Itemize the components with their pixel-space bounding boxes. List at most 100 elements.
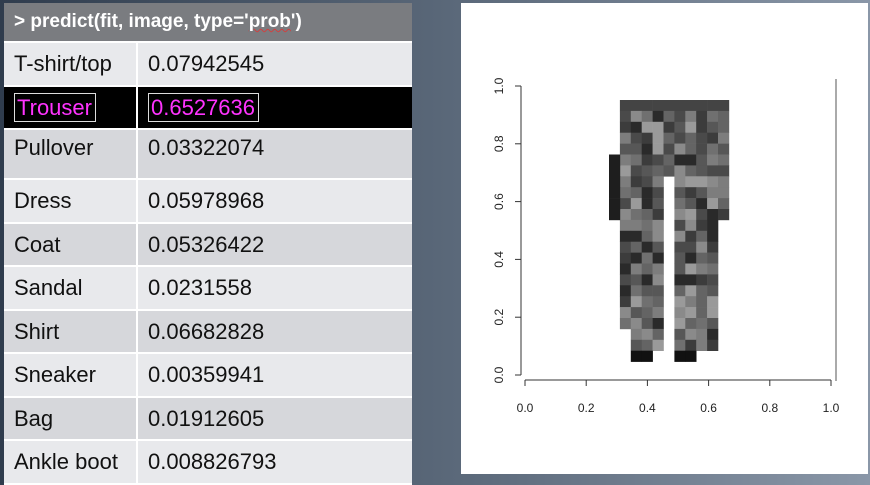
probability-text: 0.0231558	[148, 275, 252, 300]
image-pixel	[685, 307, 697, 319]
image-pixel	[630, 350, 642, 362]
image-pixel	[630, 274, 642, 286]
image-pixel	[696, 187, 708, 199]
image-pixel	[674, 274, 686, 286]
image-pixel	[707, 263, 719, 275]
probability-value: 0.03322074	[138, 130, 264, 178]
y-tick-label: 0.8	[492, 135, 506, 152]
image-pixel	[696, 198, 708, 210]
image-pixel	[609, 209, 621, 221]
image-pixel	[663, 143, 675, 155]
image-pixel	[707, 219, 719, 232]
image-plot-panel: 0.0 0.2 0.4 0.6 0.8 1.0 0.0 0.2 0.4 0.6 0.8 1.0	[461, 3, 868, 474]
class-label: Coat	[4, 223, 138, 265]
x-axis-ticks: 0.0 0.2 0.4 0.6 0.8 1.0	[517, 380, 840, 415]
table-row-highlighted: Trouser 0.6527636	[4, 86, 412, 130]
image-pixel	[718, 100, 730, 112]
image-pixel	[685, 274, 697, 286]
image-pixel	[685, 121, 697, 133]
image-pixel	[641, 132, 653, 144]
image-pixel	[641, 209, 653, 221]
image-pixel	[685, 241, 697, 253]
image-pixel	[619, 230, 632, 242]
image-pixel	[718, 187, 730, 199]
image-pixel	[707, 187, 719, 199]
image-pixel	[674, 143, 686, 155]
image-pixel	[707, 252, 719, 264]
image-pixel	[663, 121, 675, 133]
image-pixel	[609, 198, 621, 210]
image-pixel	[619, 143, 632, 155]
image-pixel	[674, 285, 686, 297]
image-pixel	[652, 187, 664, 199]
probability-text: 0.07942545	[148, 51, 265, 76]
image-pixel	[685, 132, 697, 144]
class-label: Sandal	[4, 267, 138, 309]
image-pixel	[652, 154, 664, 166]
trouser-pixel-image	[609, 100, 730, 362]
image-pixel	[707, 328, 719, 341]
image-pixel	[696, 296, 708, 308]
table-row: Pullover 0.03322074	[4, 130, 412, 180]
image-pixel	[696, 241, 708, 253]
probability-text: 0.05978968	[148, 188, 265, 213]
prediction-rows: T-shirt/top 0.07942545 Trouser 0.6527636…	[4, 43, 412, 485]
image-pixel	[641, 165, 653, 177]
probability-value: 0.6527636	[138, 87, 259, 129]
image-pixel	[652, 230, 664, 242]
class-label-text: T-shirt/top	[14, 51, 112, 76]
image-pixel	[619, 132, 632, 144]
image-pixel	[674, 187, 686, 199]
image-pixel	[630, 154, 642, 166]
image-pixel	[652, 165, 664, 177]
x-tick-label: 0.8	[761, 401, 778, 415]
image-pixel	[685, 296, 697, 308]
probability-text: 0.6527636	[148, 92, 259, 122]
image-pixel	[707, 274, 719, 286]
probability-value: 0.05978968	[138, 180, 264, 222]
image-pixel	[609, 154, 621, 166]
image-pixel	[619, 165, 632, 177]
image-pixel	[619, 263, 632, 275]
image-pixel	[707, 307, 719, 319]
x-tick-label: 0.0	[517, 401, 534, 415]
image-pixel	[641, 241, 653, 253]
image-pixel	[652, 307, 664, 319]
prediction-table: > predict(fit, image, type='prob') T-shi…	[4, 3, 412, 485]
image-pixel	[696, 165, 708, 177]
image-pixel	[718, 110, 730, 123]
image-pixel	[685, 339, 697, 351]
image-pixel	[619, 219, 632, 232]
image-pixel	[619, 285, 632, 297]
image-pixel	[663, 165, 675, 177]
image-pixel	[685, 143, 697, 155]
image-pixel	[652, 296, 664, 308]
image-pixel	[674, 263, 686, 275]
command-squiggle: prob	[248, 11, 291, 32]
image-pixel	[630, 198, 642, 210]
image-pixel	[652, 241, 664, 253]
image-pixel	[685, 219, 697, 232]
probability-value: 0.0231558	[138, 267, 252, 309]
image-pixel	[652, 209, 664, 221]
image-pixel	[663, 132, 675, 144]
image-pixel	[630, 165, 642, 177]
image-pixel	[707, 132, 719, 144]
image-pixel	[619, 252, 632, 264]
table-row: Sneaker 0.00359941	[4, 354, 412, 398]
image-pixel	[609, 176, 621, 188]
image-pixel	[652, 121, 664, 133]
table-row: Coat 0.05326422	[4, 223, 412, 267]
y-tick-label: 0.6	[492, 193, 506, 210]
image-pixel	[663, 154, 675, 166]
probability-text: 0.01912605	[148, 405, 265, 431]
image-pixel	[652, 176, 664, 188]
image-pixel	[652, 219, 664, 232]
image-pixel	[674, 328, 686, 341]
image-pixel	[685, 154, 697, 166]
class-label-text: Trouser	[14, 92, 96, 122]
image-pixel	[718, 132, 730, 144]
probability-value: 0.07942545	[138, 43, 264, 85]
image-pixel	[696, 100, 708, 112]
image-pixel	[663, 100, 675, 112]
